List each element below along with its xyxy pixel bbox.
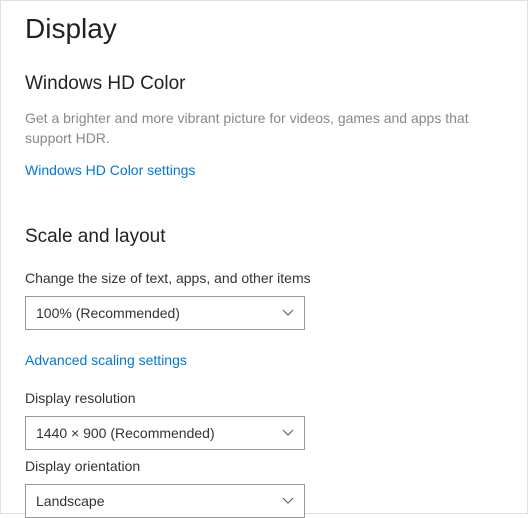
text-size-dropdown[interactable]: 100% (Recommended) (25, 296, 305, 330)
hd-color-description: Get a brighter and more vibrant picture … (25, 109, 485, 148)
display-settings-panel: Display Windows HD Color Get a brighter … (0, 0, 528, 514)
page-title: Display (25, 13, 503, 45)
hd-color-settings-link[interactable]: Windows HD Color settings (25, 162, 195, 178)
orientation-value: Landscape (36, 493, 105, 509)
chevron-down-icon (282, 307, 294, 319)
orientation-label: Display orientation (25, 458, 503, 474)
advanced-scaling-link[interactable]: Advanced scaling settings (25, 352, 187, 368)
chevron-down-icon (282, 427, 294, 439)
resolution-label: Display resolution (25, 390, 503, 406)
text-size-value: 100% (Recommended) (36, 305, 180, 321)
scale-layout-section-title: Scale and layout (25, 226, 503, 248)
hd-color-section-title: Windows HD Color (25, 73, 503, 95)
resolution-dropdown[interactable]: 1440 × 900 (Recommended) (25, 416, 305, 450)
chevron-down-icon (282, 495, 294, 507)
orientation-dropdown[interactable]: Landscape (25, 484, 305, 518)
text-size-label: Change the size of text, apps, and other… (25, 270, 503, 286)
resolution-value: 1440 × 900 (Recommended) (36, 425, 215, 441)
